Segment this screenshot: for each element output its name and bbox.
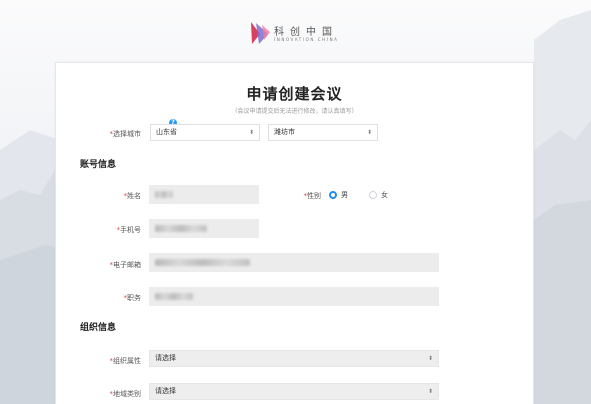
region-type-select[interactable]: 请选择 ⬍ — [149, 383, 439, 400]
select-arrow-icon: ⬍ — [248, 129, 254, 136]
org-type-select[interactable]: 请选择 ⬍ — [149, 350, 439, 367]
org-type-label: *组织属性 — [109, 357, 142, 365]
region-type-value: 请选择 — [155, 387, 176, 395]
email-label: *电子邮箱 — [109, 261, 142, 269]
province-value: 山东省 — [156, 128, 177, 136]
redacted-value — [155, 258, 250, 266]
org-type-value: 请选择 — [155, 354, 176, 362]
position-field[interactable] — [149, 287, 439, 306]
name-field[interactable] — [149, 185, 259, 204]
create-meeting-form: 申请创建会议 （会议申请提交后无法进行修改，请认真填写） ? *选择城市 山东省… — [55, 62, 534, 404]
redacted-value — [155, 190, 173, 198]
position-label: *职务 — [123, 294, 142, 302]
page-header: 科创中国 INNOVATION CHINA — [0, 0, 591, 62]
logo-text-en: INNOVATION CHINA — [274, 37, 339, 42]
city-select[interactable]: 潍坊市 ⬍ — [268, 124, 378, 141]
email-field[interactable] — [149, 253, 439, 272]
logo-mark-icon — [251, 22, 270, 44]
innovation-china-logo[interactable]: 科创中国 INNOVATION CHINA — [248, 20, 348, 48]
redacted-value — [155, 292, 193, 300]
province-select[interactable]: 山东省 ⬍ — [150, 124, 260, 141]
select-arrow-icon: ⬍ — [366, 129, 372, 136]
page-title: 申请创建会议 — [246, 85, 343, 103]
city-value: 潍坊市 — [274, 128, 295, 136]
radio-unchecked-icon — [369, 191, 377, 199]
gender-label: *性别 — [303, 192, 322, 200]
region-type-label: *地域类别 — [109, 390, 142, 398]
page-subtitle: （会议申请提交后无法进行修改，请认真填写） — [231, 108, 358, 115]
phone-field[interactable] — [149, 219, 259, 238]
gender-radio-male[interactable]: 男 — [329, 190, 348, 200]
phone-label: *手机号 — [116, 226, 142, 234]
radio-checked-icon — [329, 191, 337, 199]
account-section-title: 账号信息 — [80, 160, 117, 170]
gender-radio-female[interactable]: 女 — [369, 190, 388, 200]
name-label: *姓名 — [123, 192, 142, 200]
select-arrow-icon: ⬍ — [427, 388, 433, 395]
org-section-title: 组织信息 — [80, 323, 117, 333]
logo-text-cn: 科创中国 — [274, 27, 338, 38]
select-arrow-icon: ⬍ — [427, 355, 433, 362]
redacted-value — [155, 224, 207, 232]
city-label: *选择城市 — [109, 130, 142, 138]
